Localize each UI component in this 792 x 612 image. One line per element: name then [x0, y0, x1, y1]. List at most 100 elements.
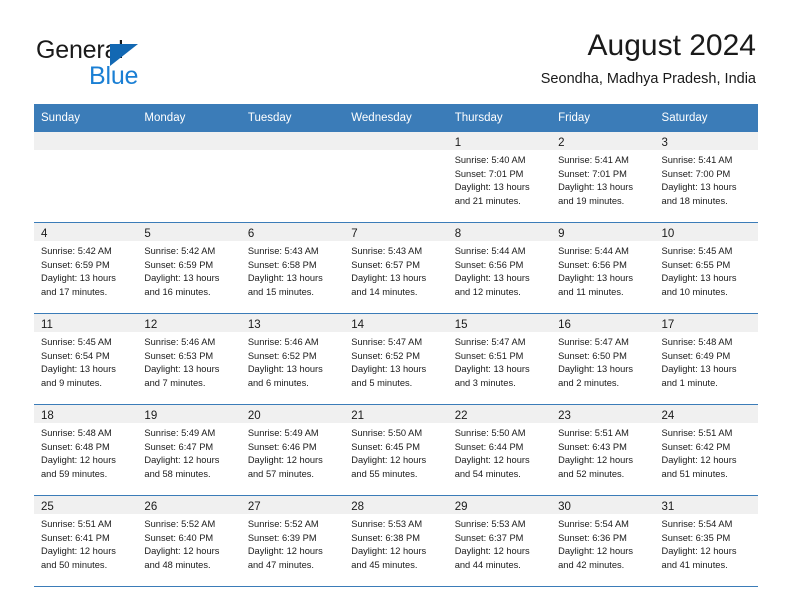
day-number: 18: [41, 410, 54, 422]
day-number-band: 13: [240, 314, 345, 332]
sunrise-text: Sunrise: 5:43 AM: [247, 246, 319, 256]
day-box: [240, 132, 345, 222]
calendar-day-cell[interactable]: 11 Sunrise: 5:45 AM Sunset: 6:54 PM Dayligh…: [34, 313, 138, 405]
calendar-day-cell[interactable]: 28 Sunrise: 5:53 AM Sunset: 6:38 PM Dayligh…: [344, 495, 448, 587]
calendar-day-cell[interactable]: 13 Sunrise: 5:46 AM Sunset: 6:52 PM Dayligh…: [240, 313, 345, 405]
sunrise-text: Sunrise: 5:52 AM: [247, 519, 319, 529]
daylight-text-line1: Daylight: 13 hours: [661, 364, 737, 375]
day-number: 28: [351, 501, 365, 513]
calendar-day-cell[interactable]: 29 Sunrise: 5:53 AM Sunset: 6:37 PM Dayligh…: [447, 495, 552, 587]
day-sun-info: Sunrise: 5:41 AM Sunset: 7:01 PM Daylight:…: [551, 150, 654, 208]
sunrise-text: Sunrise: 5:43 AM: [351, 246, 423, 256]
calendar-day-cell[interactable]: 27 Sunrise: 5:52 AM Sunset: 6:39 PM Dayligh…: [240, 495, 345, 587]
daylight-text-line1: Daylight: 13 hours: [247, 364, 323, 375]
weekday-header-row: Sunday Monday Tuesday Wednesday Thursday Frid…: [34, 104, 758, 132]
day-box: 20 Sunrise: 5:49 AM Sunset: 6:46 PM Dayligh…: [240, 405, 345, 495]
day-number: 15: [454, 319, 468, 331]
calendar-day-cell[interactable]: 24 Sunrise: 5:51 AM Sunset: 6:42 PM Dayligh…: [654, 404, 758, 496]
daylight-text-line2: and 15 minutes.: [247, 286, 314, 297]
day-number-band: 24: [654, 405, 758, 423]
sunrise-text: Sunrise: 5:54 AM: [558, 519, 629, 529]
calendar-day-cell[interactable]: 15 Sunrise: 5:47 AM Sunset: 6:51 PM Dayligh…: [447, 313, 552, 405]
daylight-text-line1: Daylight: 13 hours: [454, 364, 530, 375]
calendar-day-cell[interactable]: 22 Sunrise: 5:50 AM Sunset: 6:44 PM Dayligh…: [447, 404, 552, 496]
calendar-week-row: 11 Sunrise: 5:45 AM Sunset: 6:54 PM Dayligh…: [34, 313, 758, 405]
calendar-page: General Blue August 2024 Seondha, Madhya…: [0, 0, 792, 612]
sunrise-text: Sunrise: 5:50 AM: [351, 428, 423, 438]
day-number: 8: [454, 228, 462, 240]
day-number-band: 20: [240, 405, 345, 423]
weekday-header-wednesday: Wednesday: [344, 104, 448, 132]
day-box: 5 Sunrise: 5:42 AM Sunset: 6:59 PM Daylight…: [137, 223, 241, 313]
calendar-day-cell[interactable]: 12 Sunrise: 5:46 AM Sunset: 6:53 PM Dayligh…: [137, 313, 241, 405]
sunset-text: Sunset: 6:47 PM: [144, 441, 214, 452]
day-number: 22: [454, 410, 468, 422]
calendar-day-cell[interactable]: 19 Sunrise: 5:49 AM Sunset: 6:47 PM Dayligh…: [137, 404, 241, 496]
daylight-text-line2: and 14 minutes.: [351, 286, 418, 297]
daylight-text-line2: and 51 minutes.: [661, 468, 728, 479]
day-box: 9 Sunrise: 5:44 AM Sunset: 6:56 PM Daylight…: [551, 223, 655, 313]
sunset-text: Sunset: 6:38 PM: [351, 532, 420, 543]
general-blue-logo[interactable]: General Blue: [36, 36, 216, 90]
day-box: 10 Sunrise: 5:45 AM Sunset: 6:55 PM Dayligh…: [654, 223, 758, 313]
day-number-band: 31: [654, 496, 758, 514]
sunrise-text: Sunrise: 5:50 AM: [454, 428, 526, 438]
calendar-day-cell[interactable]: 23 Sunrise: 5:51 AM Sunset: 6:43 PM Dayligh…: [551, 404, 655, 496]
daylight-text-line2: and 52 minutes.: [558, 468, 625, 479]
day-box: 29 Sunrise: 5:53 AM Sunset: 6:37 PM Dayligh…: [447, 496, 552, 586]
calendar-day-cell[interactable]: 16 Sunrise: 5:47 AM Sunset: 6:50 PM Dayligh…: [551, 313, 655, 405]
sunset-text: Sunset: 6:59 PM: [144, 259, 214, 270]
sunset-text: Sunset: 6:40 PM: [144, 532, 214, 543]
daylight-text-line2: and 18 minutes.: [661, 195, 728, 206]
day-number: 9: [558, 228, 565, 240]
calendar-day-cell[interactable]: 18 Sunrise: 5:48 AM Sunset: 6:48 PM Dayligh…: [34, 404, 138, 496]
day-box: 21 Sunrise: 5:50 AM Sunset: 6:45 PM Dayligh…: [344, 405, 448, 495]
day-box: 12 Sunrise: 5:46 AM Sunset: 6:53 PM Dayligh…: [137, 314, 241, 404]
daylight-text-line2: and 12 minutes.: [454, 286, 521, 297]
weekday-header-sunday: Sunday: [34, 104, 138, 132]
day-number-band: 23: [551, 405, 655, 423]
calendar-day-cell[interactable]: 20 Sunrise: 5:49 AM Sunset: 6:46 PM Dayligh…: [240, 404, 345, 496]
calendar-day-cell[interactable]: 7 Sunrise: 5:43 AM Sunset: 6:57 PM Daylight…: [344, 222, 448, 314]
sunset-text: Sunset: 7:01 PM: [558, 168, 627, 179]
daylight-text-line1: Daylight: 13 hours: [351, 364, 427, 375]
day-number: 14: [351, 319, 365, 331]
calendar-day-cell[interactable]: 2 Sunrise: 5:41 AM Sunset: 7:01 PM Daylight…: [551, 132, 655, 223]
sunset-text: Sunset: 6:49 PM: [661, 350, 731, 361]
calendar-day-cell[interactable]: 5 Sunrise: 5:42 AM Sunset: 6:59 PM Daylight…: [137, 222, 241, 314]
calendar-day-cell[interactable]: 6 Sunrise: 5:43 AM Sunset: 6:58 PM Daylight…: [240, 222, 345, 314]
day-sun-info: Sunrise: 5:48 AM Sunset: 6:49 PM Daylight:…: [655, 332, 758, 390]
calendar-day-cell[interactable]: 3 Sunrise: 5:41 AM Sunset: 7:00 PM Daylight…: [654, 132, 758, 223]
sunrise-text: Sunrise: 5:46 AM: [247, 337, 319, 347]
calendar-day-cell[interactable]: 21 Sunrise: 5:50 AM Sunset: 6:45 PM Dayligh…: [344, 404, 448, 496]
weekday-header-saturday: Saturday: [654, 104, 758, 132]
page-header: General Blue August 2024 Seondha, Madhya…: [0, 0, 792, 100]
daylight-text-line1: Daylight: 13 hours: [247, 273, 323, 284]
day-sun-info: Sunrise: 5:47 AM Sunset: 6:50 PM Daylight:…: [551, 332, 654, 390]
daylight-text-line2: and 21 minutes.: [454, 195, 521, 206]
daylight-text-line1: Daylight: 13 hours: [558, 364, 634, 375]
daylight-text-line1: Daylight: 13 hours: [661, 182, 737, 193]
calendar-day-cell[interactable]: 4 Sunrise: 5:42 AM Sunset: 6:59 PM Daylight…: [34, 222, 138, 314]
calendar-day-cell[interactable]: 1 Sunrise: 5:40 AM Sunset: 7:01 PM Daylight…: [447, 132, 552, 223]
day-number-band: 27: [240, 496, 345, 514]
calendar-day-cell[interactable]: 14 Sunrise: 5:47 AM Sunset: 6:52 PM Dayligh…: [344, 313, 448, 405]
day-box: [344, 132, 448, 222]
calendar-day-cell[interactable]: 9 Sunrise: 5:44 AM Sunset: 6:56 PM Daylight…: [551, 222, 655, 314]
day-box: 27 Sunrise: 5:52 AM Sunset: 6:39 PM Dayligh…: [240, 496, 345, 586]
calendar-day-cell[interactable]: 25 Sunrise: 5:51 AM Sunset: 6:41 PM Dayligh…: [34, 495, 138, 587]
calendar-week-row: 1 Sunrise: 5:40 AM Sunset: 7:01 PM Daylight…: [34, 132, 758, 223]
sunrise-text: Sunrise: 5:44 AM: [454, 246, 526, 256]
day-number: 21: [351, 410, 365, 422]
day-sun-info: Sunrise: 5:49 AM Sunset: 6:46 PM Daylight:…: [241, 423, 344, 481]
sunset-text: Sunset: 6:58 PM: [247, 259, 317, 270]
calendar-day-cell[interactable]: 26 Sunrise: 5:52 AM Sunset: 6:40 PM Dayligh…: [137, 495, 241, 587]
calendar-day-cell[interactable]: 8 Sunrise: 5:44 AM Sunset: 6:56 PM Daylight…: [447, 222, 552, 314]
calendar-day-cell[interactable]: 30 Sunrise: 5:54 AM Sunset: 6:36 PM Dayligh…: [551, 495, 655, 587]
daylight-text-line1: Daylight: 13 hours: [454, 182, 530, 193]
calendar-day-cell[interactable]: 10 Sunrise: 5:45 AM Sunset: 6:55 PM Dayligh…: [654, 222, 758, 314]
day-number: 24: [661, 410, 675, 422]
calendar-day-cell[interactable]: 17 Sunrise: 5:48 AM Sunset: 6:49 PM Dayligh…: [654, 313, 758, 405]
day-sun-info: Sunrise: 5:52 AM Sunset: 6:40 PM Daylight:…: [137, 514, 240, 572]
calendar-day-cell[interactable]: 31 Sunrise: 5:54 AM Sunset: 6:35 PM Dayligh…: [654, 495, 758, 587]
